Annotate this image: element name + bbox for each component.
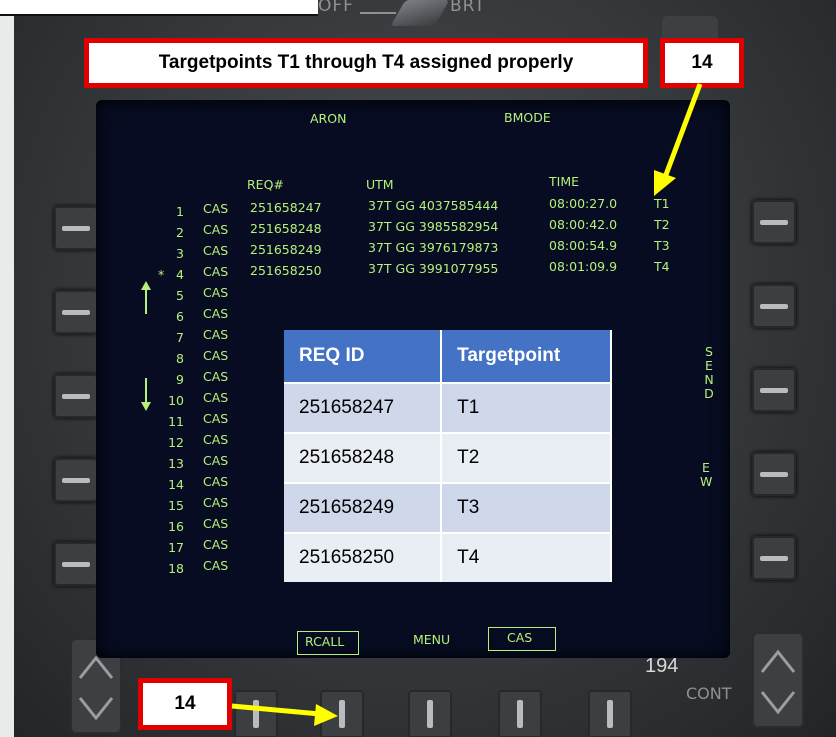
callout-arrow-bottom	[231, 703, 321, 717]
callout-arrow-top	[661, 83, 703, 181]
callout-arrows	[231, 83, 703, 726]
mfd-stage: OFF BRT ARON BMODE REQ# UTM TIME 1 CAS 2…	[0, 0, 836, 737]
callout-arrowhead-bottom	[314, 704, 338, 726]
